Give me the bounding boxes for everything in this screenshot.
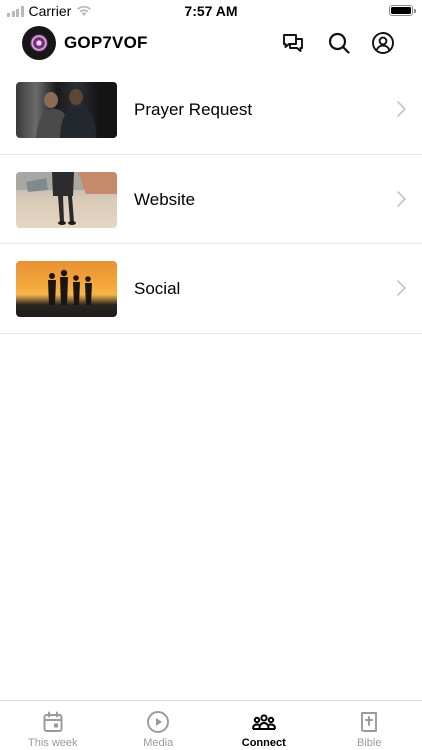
website-thumbnail: [16, 171, 117, 228]
search-icon[interactable]: [327, 31, 351, 55]
play-circle-icon: [146, 710, 170, 734]
tab-this-week[interactable]: This week: [0, 701, 106, 750]
chevron-right-icon: [395, 100, 407, 118]
tab-bible-label: Bible: [357, 737, 382, 749]
people-group-icon: [251, 710, 276, 734]
tab-media[interactable]: Media: [106, 701, 212, 750]
connect-list: Prayer Request Website Social: [0, 65, 422, 334]
app-header: GOP7VOF: [0, 22, 422, 64]
chevron-right-icon: [395, 190, 407, 208]
church-logo: [22, 26, 56, 60]
prayer-request-label: Prayer Request: [134, 100, 253, 119]
tab-bar: This week Media Connect Bible: [0, 700, 422, 750]
calendar-icon: [41, 710, 65, 734]
prayer-request-thumbnail: [16, 82, 117, 138]
battery-icon: [389, 5, 416, 16]
profile-icon[interactable]: [371, 31, 395, 55]
tab-connect-label: Connect: [241, 737, 286, 749]
status-bar: Carrier 7:57 AM: [0, 0, 422, 22]
list-item-prayer-request[interactable]: Prayer Request: [0, 65, 422, 155]
tab-connect[interactable]: Connect: [211, 701, 317, 750]
social-thumbnail: [16, 261, 117, 317]
tab-media-label: Media: [143, 737, 174, 749]
tab-bible[interactable]: Bible: [317, 701, 422, 750]
tab-this-week-label: This week: [27, 737, 78, 749]
list-item-website[interactable]: Website: [0, 155, 422, 244]
app-title: GOP7VOF: [64, 33, 148, 52]
chat-icon[interactable]: [281, 31, 305, 55]
chevron-right-icon: [395, 279, 407, 297]
status-time: 7:57 AM: [184, 3, 238, 19]
bible-icon: [357, 710, 381, 734]
list-item-social[interactable]: Social: [0, 244, 422, 334]
website-label: Website: [134, 189, 196, 209]
social-label: Social: [134, 279, 181, 298]
